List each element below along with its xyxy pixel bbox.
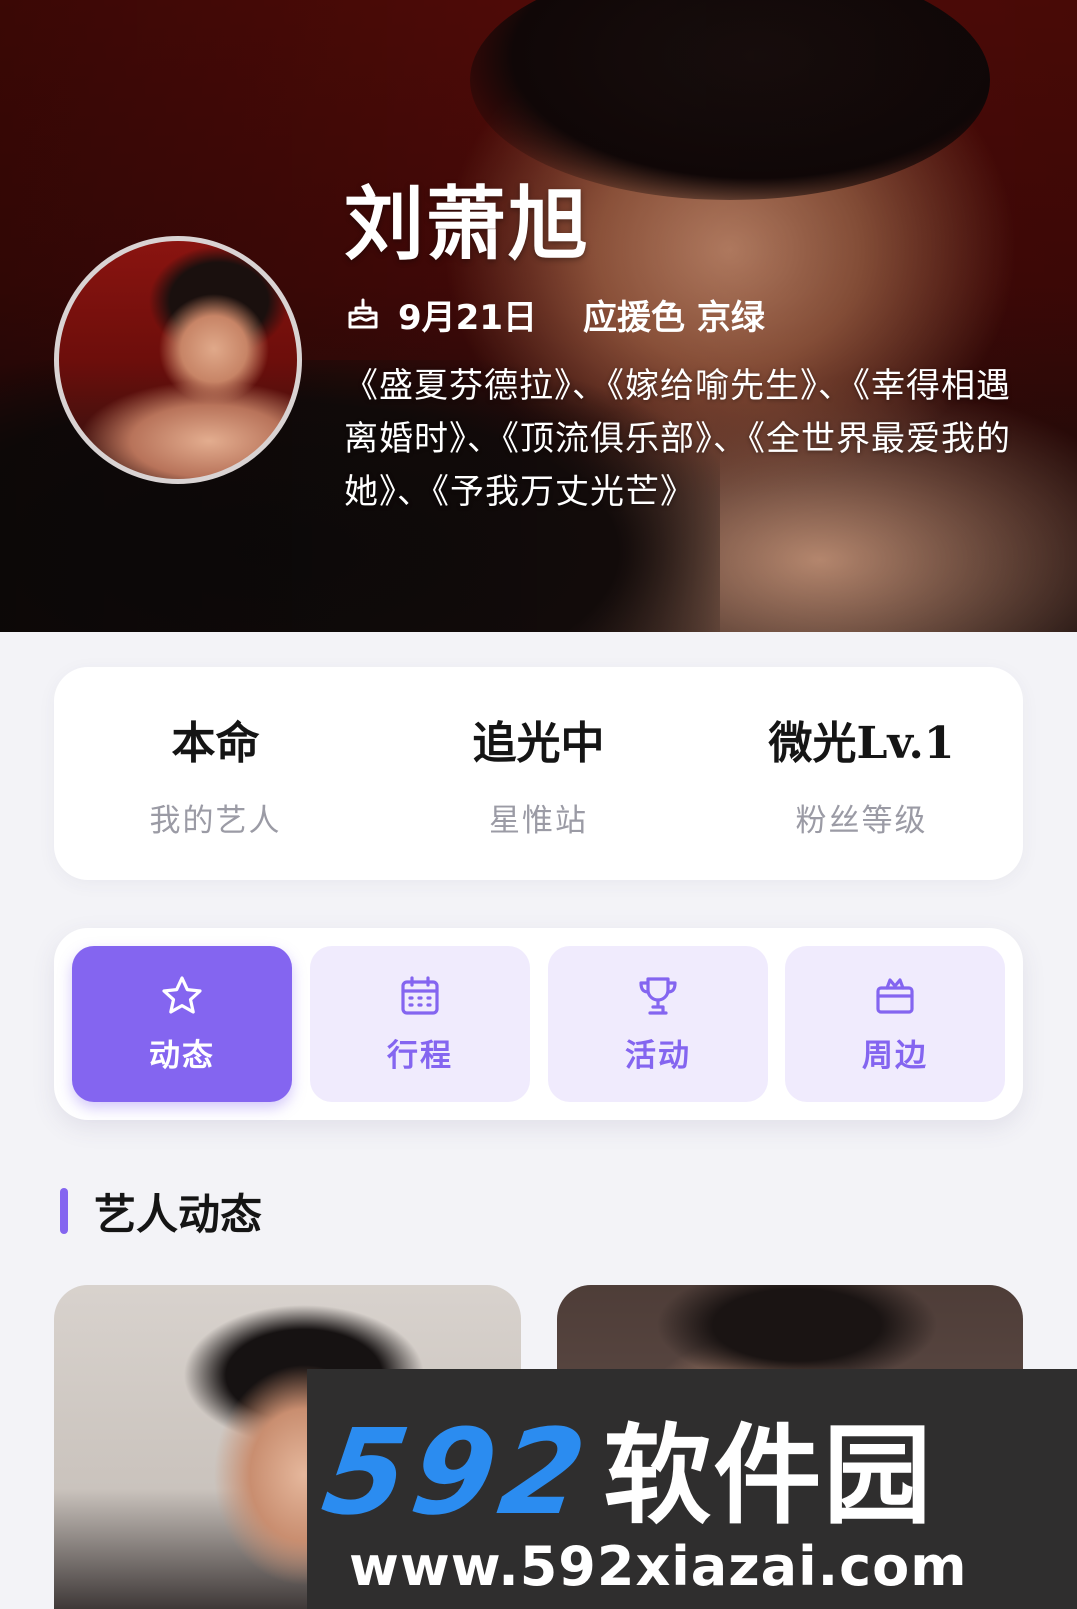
watermark-url: www.592xiazai.com (349, 1535, 968, 1598)
trophy-icon (639, 976, 677, 1015)
artist-support-color: 应援色 京绿 (582, 297, 765, 338)
star-icon (162, 975, 202, 1014)
cake-icon (348, 298, 378, 329)
tab-label: 周边 (862, 1037, 928, 1074)
artist-birthday: 9月21日 (398, 297, 537, 338)
tab-label: 活动 (625, 1037, 691, 1074)
section-title: 艺人动态 (94, 1189, 263, 1239)
gift-icon (876, 977, 914, 1014)
artist-hero-banner: 刘萧旭 9月21日 应援色 京绿 《盛夏芬德拉》、《嫁给喻先生》、《幸得相遇离婚… (0, 0, 1077, 632)
stat-value: 追光中 (472, 718, 605, 769)
tab-schedule[interactable]: 行程 (310, 946, 530, 1102)
tab-events[interactable]: 活动 (548, 946, 768, 1102)
stat-fan-level[interactable]: 微光Lv.1 粉丝等级 (700, 707, 1023, 840)
artist-avatar[interactable] (54, 236, 302, 484)
watermark-number: 592 (315, 1403, 600, 1541)
calendar-icon (401, 975, 439, 1015)
watermark-logo: 592 软件园 (315, 1389, 934, 1545)
stat-value: 本命 (171, 718, 260, 769)
artist-name: 刘萧旭 (344, 177, 590, 271)
artist-works: 《盛夏芬德拉》、《嫁给喻先生》、《幸得相遇离婚时》、《顶流俱乐部》、《全世界最爱… (344, 366, 1011, 512)
stat-label: 我的艺人 (149, 803, 282, 839)
fan-stats-card: 本命 我的艺人 追光中 星惟站 微光Lv.1 粉丝等级 (54, 667, 1023, 880)
stat-label: 星惟站 (489, 803, 588, 839)
stat-value: 微光Lv.1 (768, 718, 955, 769)
tab-dynamics[interactable]: 动态 (72, 946, 292, 1102)
stat-my-artist[interactable]: 本命 我的艺人 (54, 707, 377, 840)
stat-star-station[interactable]: 追光中 星惟站 (377, 707, 700, 840)
artist-meta-row: 9月21日 应援色 京绿 (346, 292, 765, 338)
section-header: 艺人动态 (60, 1185, 262, 1239)
section-accent-bar (60, 1188, 68, 1234)
stat-label: 粉丝等级 (795, 803, 928, 839)
tab-label: 动态 (149, 1037, 215, 1074)
watermark-brand: 软件园 (603, 1414, 934, 1539)
category-tabs: 动态 行程 活动 周边 (54, 928, 1023, 1120)
site-watermark: 592 软件园 www.592xiazai.com (307, 1369, 1077, 1609)
tab-label: 行程 (387, 1037, 453, 1074)
tab-merch[interactable]: 周边 (785, 946, 1005, 1102)
